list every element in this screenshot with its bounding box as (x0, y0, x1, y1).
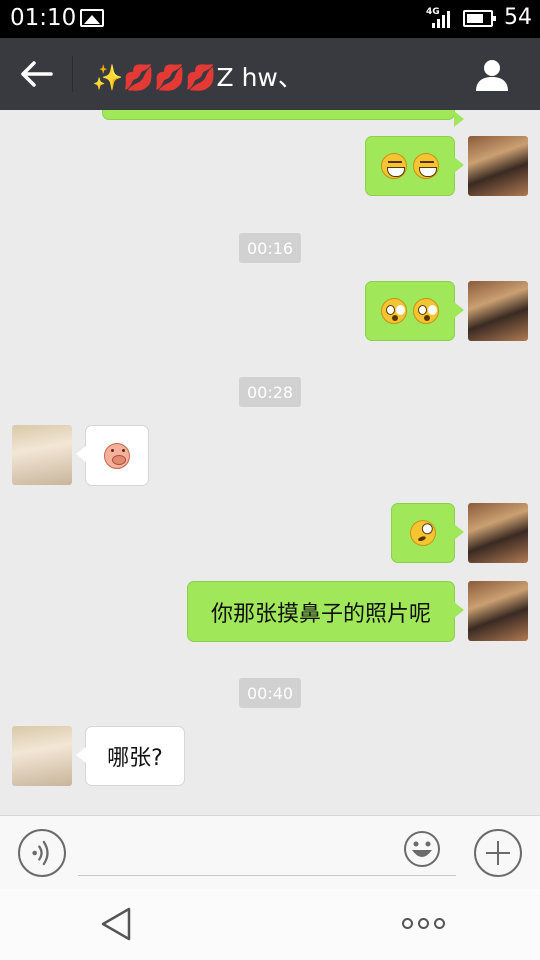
smiley-icon[interactable] (403, 830, 441, 868)
title-emoji: ✨💋💋💋 (92, 63, 217, 92)
battery-icon (463, 10, 496, 27)
shocked-emoji-icon (381, 298, 407, 324)
contact-avatar[interactable] (12, 425, 72, 485)
my-avatar[interactable] (468, 136, 528, 196)
my-avatar[interactable] (468, 503, 528, 563)
dizzy-emoji-icon (406, 516, 440, 550)
message-bubble-incoming[interactable]: 哪张? (76, 726, 185, 786)
input-bar (0, 815, 540, 889)
contact-avatar[interactable] (12, 726, 72, 786)
message-bubble-outgoing[interactable]: 你那张摸鼻子的照片呢 (187, 581, 464, 642)
signal-icon (430, 8, 452, 28)
chat-title: ✨💋💋💋Z hw、 (92, 58, 303, 94)
status-time: 01:10 (10, 5, 77, 31)
message-timestamp: 00:40 (239, 678, 301, 708)
message-input[interactable] (78, 830, 456, 876)
image-notification-icon (80, 9, 104, 27)
message-bubble-outgoing[interactable] (391, 503, 464, 563)
status-bar: 01:10 4G 54 (0, 0, 540, 38)
message-bubble-outgoing[interactable] (365, 136, 464, 196)
person-icon[interactable] (474, 58, 510, 92)
message-timestamp: 00:16 (239, 233, 301, 263)
triangle-back-icon[interactable] (98, 905, 134, 943)
shocked-emoji-icon (413, 298, 439, 324)
arrow-left-icon[interactable] (20, 58, 54, 90)
message-text: 哪张? (107, 746, 163, 771)
message-list[interactable]: 00:16 00:28 你那张摸鼻子的照片呢 00:40 哪张? (0, 110, 540, 815)
message-timestamp: 00:28 (239, 377, 301, 407)
battery-percent: 54 (504, 5, 532, 30)
chat-header: ✨💋💋💋Z hw、 (0, 38, 540, 110)
my-avatar[interactable] (468, 281, 528, 341)
grin-emoji-icon (381, 153, 407, 179)
grin-emoji-icon (413, 153, 439, 179)
message-bubble-partial[interactable] (102, 110, 464, 127)
message-bubble-incoming[interactable] (76, 425, 149, 486)
plus-icon[interactable] (474, 829, 522, 877)
pig-emoji-icon (104, 442, 130, 469)
title-text: Z hw、 (216, 63, 303, 92)
voice-icon[interactable] (18, 829, 66, 877)
system-nav-bar (0, 889, 540, 960)
message-bubble-outgoing[interactable] (365, 281, 464, 341)
message-text: 你那张摸鼻子的照片呢 (210, 601, 431, 627)
header-divider (72, 56, 73, 92)
more-dots-icon[interactable] (400, 914, 448, 934)
my-avatar[interactable] (468, 581, 528, 641)
